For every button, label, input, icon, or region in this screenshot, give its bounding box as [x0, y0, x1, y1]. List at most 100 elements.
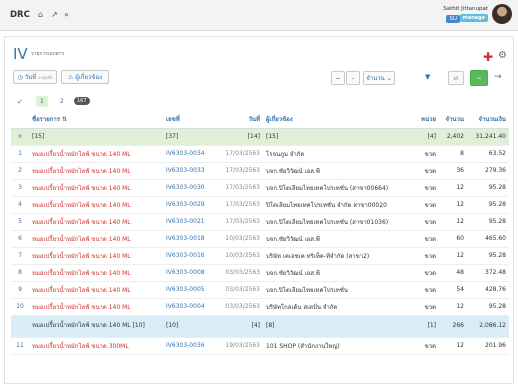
- col-header-name[interactable]: ชื่อรายการ ⇅: [29, 111, 163, 129]
- external-link-icon[interactable]: ↗: [51, 10, 58, 19]
- row-unit: ขวด: [411, 247, 439, 265]
- product-link[interactable]: หมอเปรี้ยวน้ำหมักไลฟ์ ขนาด 300ML: [29, 337, 163, 355]
- table-row[interactable]: 3 หมอเปรี้ยวน้ำหมักไลฟ์ ขนาด 140 ML IV63…: [11, 179, 509, 197]
- row-party: บจก.ปิโตเลียมไทยเทคโปรเทชั่น (สาขา01036): [263, 213, 411, 231]
- table-row[interactable]: 6 หมอเปรี้ยวน้ำหมักไลฟ์ ขนาด 140 ML IV63…: [11, 230, 509, 248]
- product-link[interactable]: หมอเปรี้ยวน้ำหมักไลฟ์ ขนาด 140 ML: [29, 230, 163, 248]
- product-link[interactable]: หมอเปรี้ยวน้ำหมักไลฟ์ ขนาด 140 ML: [29, 145, 163, 163]
- product-link[interactable]: หมอเปรี้ยวน้ำหมักไลฟ์ ขนาด 140 ML: [29, 281, 163, 299]
- row-party: 101 SHOP (สำนักงานใหญ่): [263, 337, 411, 355]
- row-qty: 12: [439, 247, 467, 265]
- row-amount: 201.96: [467, 337, 509, 355]
- col-header-date[interactable]: วันที่: [219, 111, 263, 129]
- table-row[interactable]: 7 หมอเปรี้ยวน้ำหมักไลฟ์ ขนาด 140 ML IV63…: [11, 247, 509, 265]
- chevron-down-icon: ⌄: [386, 74, 392, 82]
- date-filter-button[interactable]: ◷ วันที่ ล่าสุดทั้ง: [13, 70, 57, 84]
- collapse-button[interactable]: −: [470, 70, 488, 86]
- related-filter-button[interactable]: ⚠ ผู้เกี่ยวข้อง: [61, 70, 109, 84]
- table-row[interactable]: 8 หมอเปรี้ยวน้ำหมักไลฟ์ ขนาด 140 ML IV63…: [11, 264, 509, 282]
- row-amount: 95.28: [467, 179, 509, 197]
- row-qty: 12: [439, 298, 467, 316]
- check-all-icon[interactable]: ✓: [17, 98, 23, 106]
- table-row[interactable]: 9 หมอเปรี้ยวน้ำหมักไลฟ์ ขนาด 140 ML IV63…: [11, 281, 509, 299]
- row-unit: ขวด: [411, 179, 439, 197]
- row-date: 03/03/2563: [219, 281, 263, 299]
- tab-page-2[interactable]: 2: [60, 98, 64, 105]
- doc-link[interactable]: IV6303-0005: [163, 281, 219, 299]
- doc-link[interactable]: IV6303-0004: [163, 298, 219, 316]
- col-header-unit[interactable]: หน่วย: [411, 111, 439, 129]
- summary-amount: 31,241.40: [467, 128, 509, 146]
- summary-unit: [4]: [411, 128, 439, 146]
- row-amount: 95.28: [467, 196, 509, 214]
- product-link[interactable]: หมอเปรี้ยวน้ำหมักไลฟ์ ขนาด 140 ML: [29, 298, 163, 316]
- table-row[interactable]: 5 หมอเปรี้ยวน้ำหมักไลฟ์ ขนาด 140 ML IV63…: [11, 213, 509, 231]
- table-row[interactable]: 10 หมอเปรี้ยวน้ำหมักไลฟ์ ขนาด 140 ML IV6…: [11, 298, 509, 316]
- fast-forward-icon[interactable]: »: [64, 10, 69, 19]
- product-link[interactable]: หมอเปรี้ยวน้ำหมักไลฟ์ ขนาด 140 ML: [29, 213, 163, 231]
- row-unit: ขวด: [411, 281, 439, 299]
- brand-logo[interactable]: DRC: [10, 10, 30, 20]
- summary-doc: [37]: [163, 128, 219, 146]
- group-amount: 2,086.12: [467, 315, 509, 338]
- table-header-row: ชื่อรายการ ⇅ เลขที่ วันที่ ผู้เกี่ยวข้อง…: [11, 111, 509, 129]
- export-button[interactable]: ⇄: [448, 71, 464, 85]
- col-header-party[interactable]: ผู้เกี่ยวข้อง: [263, 111, 411, 129]
- table-row[interactable]: 1 หมอเปรี้ยวน้ำหมักไลฟ์ ขนาด 140 ML IV63…: [11, 145, 509, 163]
- doc-link[interactable]: IV6303-0008: [163, 264, 219, 282]
- row-date: 17/03/2563: [219, 196, 263, 214]
- row-amount: 95.28: [467, 213, 509, 231]
- doc-link[interactable]: IV6303-0018: [163, 230, 219, 248]
- summary-name: [15]: [29, 128, 163, 146]
- row-number: 4: [11, 196, 29, 214]
- doc-link[interactable]: IV6303-0030: [163, 179, 219, 197]
- row-qty: 12: [439, 179, 467, 197]
- home-icon[interactable]: ⌂: [38, 10, 43, 19]
- manage-badge[interactable]: manage: [459, 14, 488, 22]
- product-link[interactable]: หมอเปรี้ยวน้ำหมักไลฟ์ ขนาด 140 ML: [29, 247, 163, 265]
- doc-link[interactable]: IV6303-0021: [163, 213, 219, 231]
- table-row[interactable]: 4 หมอเปรี้ยวน้ำหมักไลฟ์ ขนาด 140 ML IV63…: [11, 196, 509, 214]
- row-amount: 279.36: [467, 162, 509, 180]
- row-qty: 48: [439, 264, 467, 282]
- tab-page-1[interactable]: 1: [36, 96, 48, 107]
- gear-icon[interactable]: ⚙: [498, 50, 507, 61]
- table-row[interactable]: 2 หมอเปรี้ยวน้ำหมักไลฟ์ ขนาด 140 ML IV63…: [11, 162, 509, 180]
- related-label: ผู้เกี่ยวข้อง: [75, 74, 103, 81]
- avatar[interactable]: [492, 4, 512, 24]
- doc-link[interactable]: IV6303-0033: [163, 162, 219, 180]
- row-qty: 8: [439, 145, 467, 163]
- row-party: บจก.ปิโตเลียมไทยเทคโปรเทชั่น: [263, 281, 411, 299]
- row-date: 17/03/2563: [219, 145, 263, 163]
- product-link[interactable]: หมอเปรี้ยวน้ำหมักไลฟ์ ขนาด 140 ML: [29, 179, 163, 197]
- add-icon[interactable]: ✚: [483, 50, 493, 64]
- row-date: 10/03/2563: [219, 247, 263, 265]
- col-header-check: [11, 111, 29, 129]
- group-doc: [10]: [163, 315, 219, 338]
- row-party: โรจนภูม จำกัด: [263, 145, 411, 163]
- qty-dropdown-label: จำนวน: [366, 75, 385, 82]
- col-header-doc[interactable]: เลขที่: [163, 111, 219, 129]
- product-link[interactable]: หมอเปรี้ยวน้ำหมักไลฟ์ ขนาด 140 ML: [29, 162, 163, 180]
- filter-icon[interactable]: ▼: [425, 73, 430, 81]
- user-name[interactable]: Sathit Jittanupat: [443, 6, 488, 12]
- arrow-right-icon[interactable]: →: [494, 72, 502, 82]
- top-navbar: DRC ⌂ ↗ » Sathit Jittanupat SU manage: [0, 0, 518, 31]
- close-icon[interactable]: ×: [11, 128, 29, 146]
- qty-dropdown[interactable]: จำนวน ⌄: [363, 71, 395, 85]
- product-link[interactable]: หมอเปรี้ยวน้ำหมักไลฟ์ ขนาด 140 ML: [29, 196, 163, 214]
- doc-link[interactable]: IV6303-0016: [163, 247, 219, 265]
- dash-button[interactable]: -: [346, 71, 360, 85]
- minus-button[interactable]: −: [331, 71, 345, 85]
- row-date: 10/03/2563: [219, 230, 263, 248]
- col-header-qty[interactable]: จำนวน: [439, 111, 467, 129]
- doc-link[interactable]: IV6303-0034: [163, 145, 219, 163]
- doc-link[interactable]: IV6303-0036: [163, 337, 219, 355]
- doc-link[interactable]: IV6303-0029: [163, 196, 219, 214]
- summary-qty: 2,402: [439, 128, 467, 146]
- table-row[interactable]: 11 หมอเปรี้ยวน้ำหมักไลฟ์ ขนาด 300ML IV63…: [11, 337, 509, 355]
- col-header-amount[interactable]: จำนวนเงิน: [467, 111, 509, 129]
- summary-date: [14]: [219, 128, 263, 146]
- product-link[interactable]: หมอเปรี้ยวน้ำหมักไลฟ์ ขนาด 140 ML: [29, 264, 163, 282]
- row-amount: 95.28: [467, 298, 509, 316]
